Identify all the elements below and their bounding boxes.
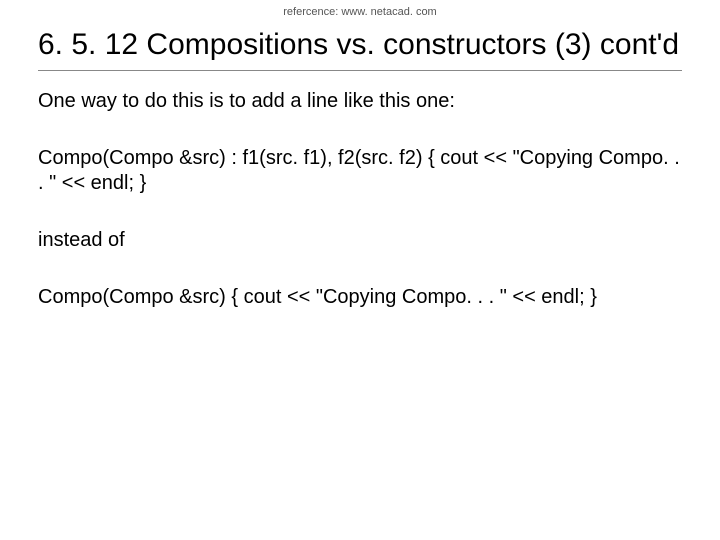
- title-underline: [38, 70, 682, 71]
- slide-container: refercence: www. netacad. com 6. 5. 12 C…: [0, 0, 720, 540]
- transition-paragraph: instead of: [38, 228, 682, 253]
- reference-text: refercence: www. netacad. com: [0, 0, 720, 22]
- code-paragraph-1: Compo(Compo &src) : f1(src. f1), f2(src.…: [38, 146, 682, 196]
- content-wrapper: 6. 5. 12 Compositions vs. constructors (…: [0, 26, 720, 310]
- intro-paragraph: One way to do this is to add a line like…: [38, 89, 682, 114]
- slide-title: 6. 5. 12 Compositions vs. constructors (…: [38, 26, 682, 64]
- code-paragraph-2: Compo(Compo &src) { cout << "Copying Com…: [38, 285, 682, 310]
